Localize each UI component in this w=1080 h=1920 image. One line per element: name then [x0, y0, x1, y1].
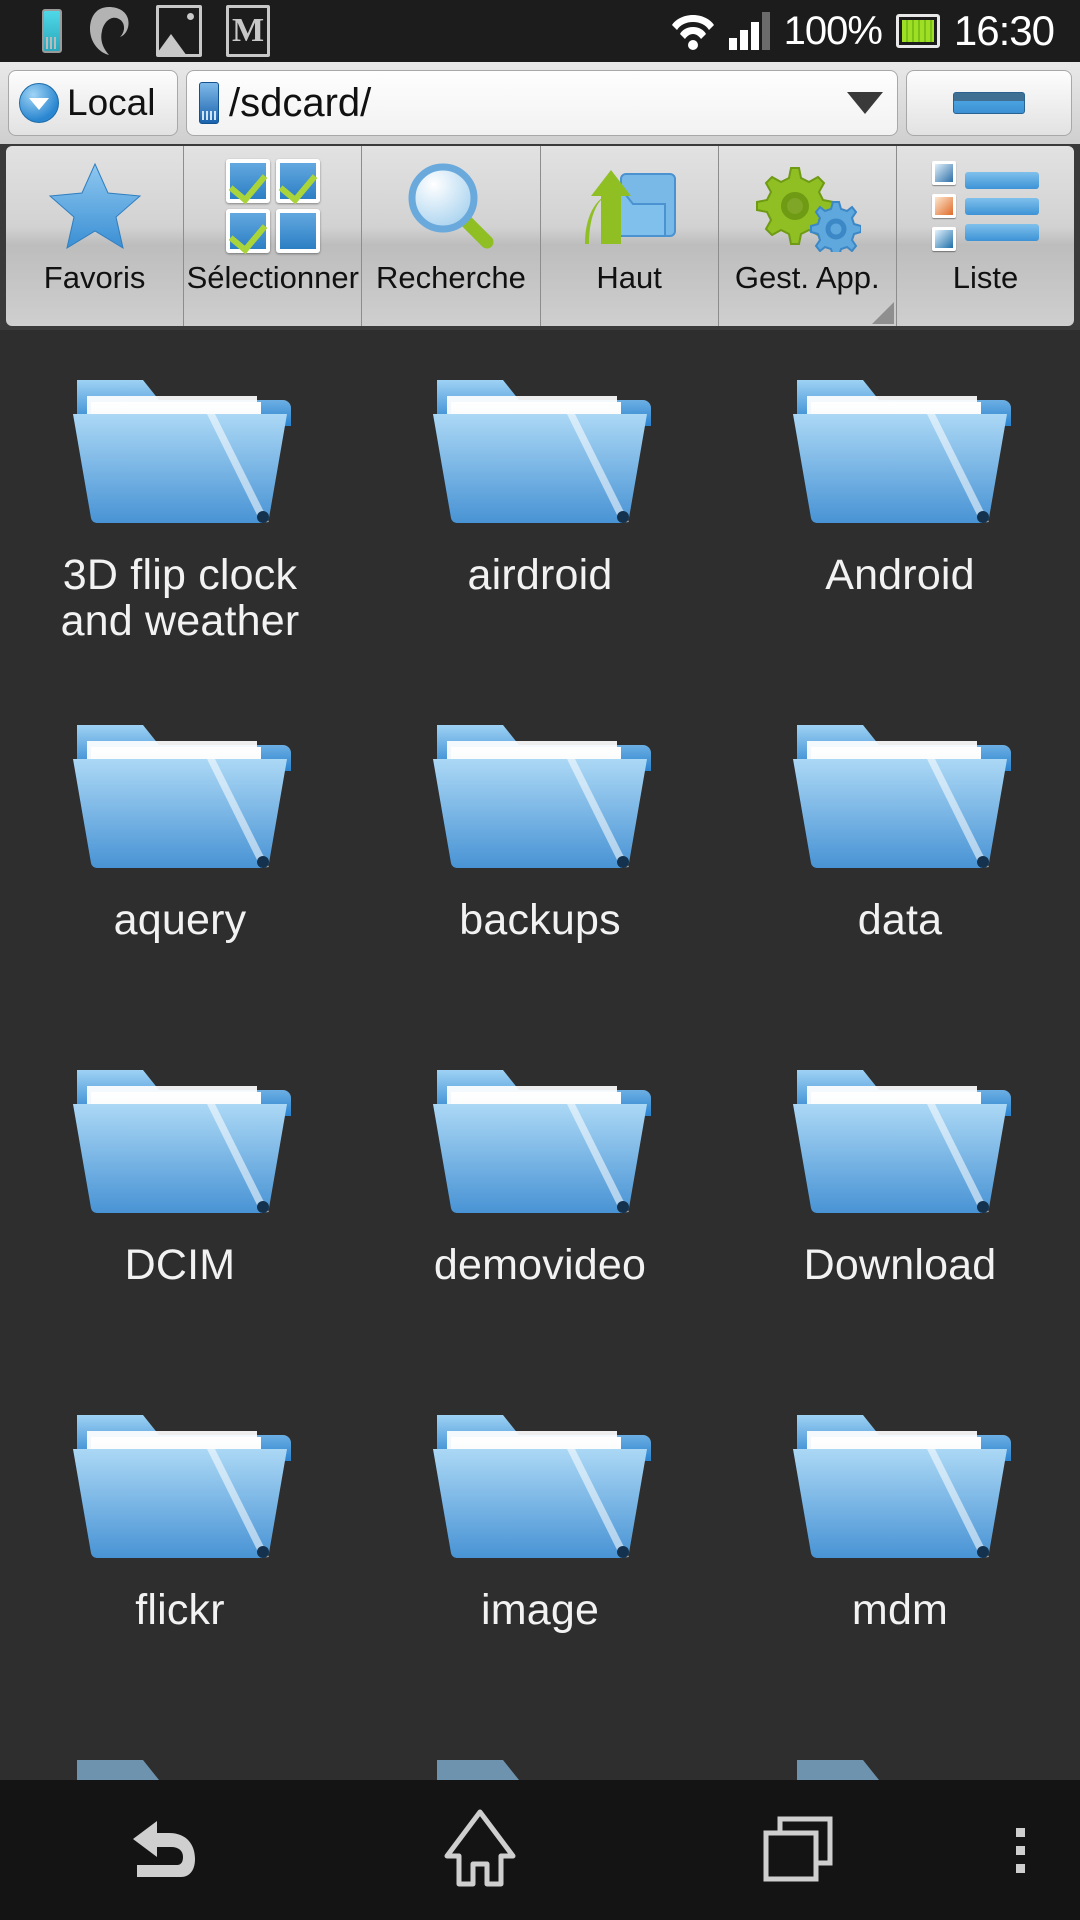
toolbar-item-liste[interactable]: Liste	[896, 146, 1075, 326]
minimize-button[interactable]	[906, 70, 1072, 136]
toolbar-label-recherche: Recherche	[375, 260, 526, 295]
recents-icon	[760, 1811, 840, 1890]
file-item[interactable]: aquery	[0, 675, 360, 1020]
file-item[interactable]: airdroid	[360, 330, 720, 675]
sdcard-path-icon	[199, 82, 219, 124]
clock-label: 16:30	[953, 7, 1055, 54]
folder-icon	[425, 1732, 655, 1780]
s-app-icon	[86, 5, 132, 57]
folder-icon	[65, 352, 295, 537]
minimize-icon	[953, 92, 1025, 114]
toolbar-item-recherche[interactable]: Recherche	[362, 146, 541, 326]
file-item[interactable]: flickr	[0, 1365, 360, 1710]
file-name: aquery	[113, 896, 247, 944]
status-bar: M 100% 16:30	[0, 0, 1080, 62]
file-list-area[interactable]: 3D flip clock and weather airdroid Andro…	[0, 330, 1080, 1780]
file-name: flickr	[135, 1586, 225, 1634]
select-grid-icon	[225, 154, 320, 258]
file-name: mdm	[851, 1586, 949, 1634]
toolbar-label-selectionner: Sélectionner	[186, 260, 359, 295]
folder-icon	[65, 1042, 295, 1227]
file-name: image	[480, 1586, 600, 1634]
file-item[interactable]: image	[360, 1365, 720, 1710]
file-item[interactable]: data	[720, 675, 1080, 1020]
file-item[interactable]: Android	[720, 330, 1080, 675]
nav-recents-button[interactable]	[640, 1811, 960, 1890]
folder-icon	[785, 1387, 1015, 1572]
file-item[interactable]	[360, 1710, 720, 1780]
submenu-corner-indicator	[871, 302, 894, 324]
folder-icon	[425, 352, 655, 537]
gallery-icon	[156, 5, 202, 57]
file-grid: 3D flip clock and weather airdroid Andro…	[0, 330, 1080, 1780]
path-input[interactable]: /sdcard/	[186, 70, 898, 136]
toolbar-item-gest-app[interactable]: Gest. App.	[718, 146, 897, 326]
folder-icon	[785, 352, 1015, 537]
folder-icon	[65, 697, 295, 882]
nav-home-button[interactable]	[320, 1808, 640, 1893]
file-item[interactable]: DCIM	[0, 1020, 360, 1365]
file-item[interactable]	[720, 1710, 1080, 1780]
file-name: demovideo	[433, 1241, 647, 1289]
home-icon	[441, 1808, 519, 1893]
local-storage-button[interactable]: Local	[8, 70, 178, 136]
local-storage-label: Local	[67, 82, 156, 123]
search-magnifier-icon	[405, 154, 497, 258]
folder-icon	[425, 1042, 655, 1227]
file-name: Download	[803, 1241, 997, 1289]
toolbar-label-haut: Haut	[596, 260, 662, 295]
file-item[interactable]: Download	[720, 1020, 1080, 1365]
star-icon	[47, 154, 143, 258]
gmail-icon: M	[226, 5, 270, 57]
address-bar: Local /sdcard/	[0, 62, 1080, 144]
folder-icon	[65, 1387, 295, 1572]
file-item[interactable]: backups	[360, 675, 720, 1020]
folder-icon	[425, 1387, 655, 1572]
overflow-menu-icon	[1015, 1827, 1025, 1873]
toolbar-label-favoris: Favoris	[43, 260, 146, 295]
folder-up-icon	[577, 154, 681, 258]
file-item[interactable]: 3D flip clock and weather	[0, 330, 360, 675]
file-name: Android	[825, 551, 975, 599]
nav-overflow-button[interactable]	[960, 1827, 1080, 1873]
toolbar-label-liste: Liste	[952, 260, 1019, 295]
gears-icon	[753, 154, 862, 258]
toolbar-item-haut[interactable]: Haut	[540, 146, 719, 326]
list-view-icon	[931, 154, 1039, 258]
folder-icon	[785, 697, 1015, 882]
toolbar-item-favoris[interactable]: Favoris	[6, 146, 185, 326]
toolbar-label-gest-app: Gest. App.	[734, 260, 880, 295]
battery-percent-label: 100%	[783, 8, 883, 53]
file-item[interactable]	[0, 1710, 360, 1780]
folder-icon	[65, 1732, 295, 1780]
folder-icon	[785, 1732, 1015, 1780]
system-navigation-bar	[0, 1780, 1080, 1920]
path-value: /sdcard/	[229, 80, 372, 125]
signal-icon	[728, 12, 770, 50]
status-bar-left-icons: M	[0, 5, 270, 57]
file-name: 3D flip clock and weather	[60, 551, 300, 645]
file-name: airdroid	[467, 551, 613, 599]
back-arrow-icon	[117, 1811, 203, 1890]
folder-icon	[785, 1042, 1015, 1227]
file-name: DCIM	[124, 1241, 236, 1289]
wifi-icon	[671, 11, 715, 51]
status-bar-right-icons: 100% 16:30	[671, 7, 1080, 55]
chevron-down-icon[interactable]	[847, 92, 883, 114]
file-item[interactable]: demovideo	[360, 1020, 720, 1365]
sdcard-icon	[42, 9, 62, 53]
toolbar: Favoris Sélectionner Recherche Haut Gest…	[0, 144, 1080, 330]
file-item[interactable]: mdm	[720, 1365, 1080, 1710]
file-name: data	[857, 896, 943, 944]
file-name: backups	[459, 896, 621, 944]
toolbar-item-selectionner[interactable]: Sélectionner	[184, 146, 363, 326]
battery-icon	[895, 14, 940, 48]
folder-icon	[425, 697, 655, 882]
dropdown-circle-icon	[19, 83, 59, 123]
nav-back-button[interactable]	[0, 1811, 320, 1890]
